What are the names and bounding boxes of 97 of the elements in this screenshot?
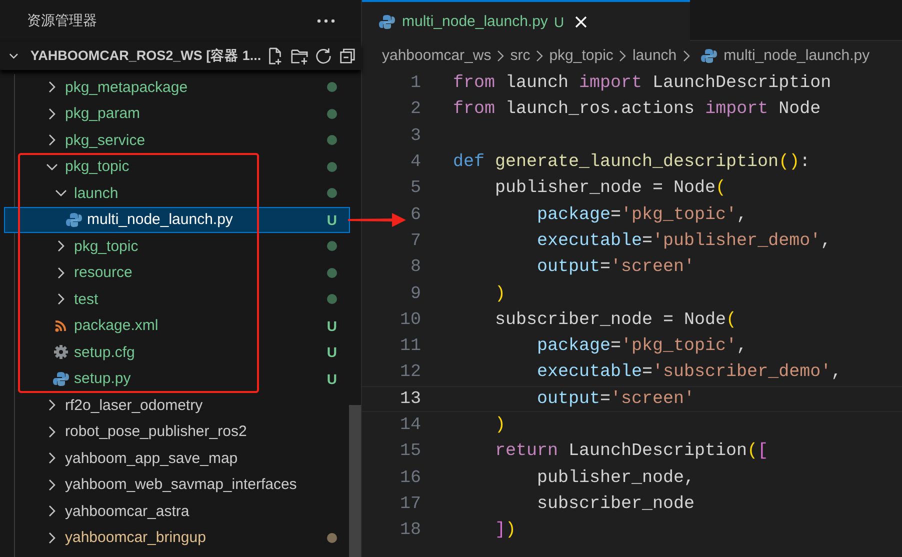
code-line: from launch import LaunchDescription [453,73,832,94]
chevron-icon [536,50,544,62]
line-number: 9 [409,284,421,304]
line-number: 7 [409,230,421,251]
code-line: subscriber_node [536,494,695,514]
tree-item[interactable]: yahboom_app_save_map [0,445,350,472]
line-number: 15 [398,441,421,462]
file-name: pkg_topic [74,238,140,255]
code-line: ]) [494,520,516,540]
code-line: package='pkg_topic', [536,204,748,225]
code-line: ) [494,415,506,435]
tree-item[interactable]: pkg_metapackage [0,74,350,100]
tree-item[interactable]: robot_pose_publisher_ros2 [0,418,350,445]
panel-title: 资源管理器 [27,12,97,30]
file-name: pkg_service [65,132,146,149]
file-name: yahboom_web_savmap_interfaces [65,476,298,494]
tree-item[interactable]: pkg_topic [0,233,350,260]
more-icon[interactable] [317,19,335,23]
tree-item[interactable]: pkg_service [0,127,350,154]
gear-icon [52,344,70,360]
editor-tab[interactable]: multi_node_launch.py U [362,0,690,41]
tree-item[interactable]: setup.cfg U [0,339,350,366]
file-name: setup.cfg [74,344,136,361]
chevron-icon [619,50,626,62]
breadcrumb-item[interactable]: multi_node_launch.py [724,47,870,64]
python-icon [700,48,718,64]
close-icon[interactable] [574,14,588,28]
tree-item[interactable]: test [0,286,350,312]
line-number: 11 [398,336,421,356]
code-line: output='screen' [536,388,695,409]
breadcrumb-item[interactable]: yahboomcar_ws [382,47,492,64]
tree-item[interactable]: multi_node_launch.py U [4,206,350,233]
tree-item[interactable]: yahboom_web_savmap_interfaces [0,472,350,498]
code-line: from launch_ros.actions import Node [453,99,821,120]
file-name: pkg_topic [65,158,130,176]
tree-item[interactable]: pkg_param [0,100,350,127]
line-number: 4 [409,152,421,172]
code-line: executable='publisher_demo', [536,230,832,251]
python-icon [378,14,396,30]
git-status: U [326,370,337,387]
file-name: yahboomcar_astra [65,502,190,520]
chevron-icon [682,50,690,62]
file-name: resource [74,264,134,282]
code-line: publisher_node = Node( [494,178,726,198]
code-line: executable='subscriber_demo', [536,362,842,382]
line-number: 12 [398,362,421,382]
git-status: U [326,318,337,334]
tree-item[interactable]: yahboomcar_astra [0,498,350,524]
line-number: 18 [398,520,421,540]
tree-item[interactable]: setup.py U [0,366,350,392]
file-name: robot_pose_publisher_ros2 [65,423,248,440]
line-number: 5 [409,178,421,198]
code-line: return LaunchDescription([ [494,441,768,462]
line-number: 8 [409,257,421,278]
line-number: 17 [398,494,421,514]
python-icon [65,212,83,228]
line-number: 1 [409,73,421,94]
tree-item[interactable]: package.xml U [0,312,350,339]
file-name: setup.py [74,370,132,388]
file-name: pkg_param [65,105,142,122]
file-name: yahboom_app_save_map [65,450,239,467]
file-name: rf2o_laser_odometry [65,396,204,414]
line-number: 16 [398,468,421,488]
breadcrumb-item[interactable]: launch [632,47,677,64]
code-line: publisher_node, [536,468,695,488]
python-icon [52,370,70,387]
line-number: 14 [398,415,421,435]
line-number: 13 [398,388,421,409]
git-status: U [326,212,337,228]
code-line: ) [494,284,506,304]
line-number: 3 [409,126,421,146]
line-number: 6 [409,204,421,225]
code-line: output='screen' [536,257,695,278]
line-number: 10 [398,310,421,330]
refresh-icon[interactable] [314,46,334,66]
file-name: yahboomcar_bringup [65,529,207,546]
file-name: launch [74,184,120,202]
chevron-icon [497,50,504,62]
workspace-title[interactable]: YAHBOOMCAR_ROS2_WS [容器 1... [30,47,262,65]
tree-item[interactable]: resource [0,260,350,286]
file-name: package.xml [74,317,160,334]
tree-item[interactable]: pkg_topic [0,154,350,180]
git-status: U [326,344,337,360]
code-line: def generate_launch_description(): [453,152,810,172]
breadcrumb-item[interactable]: src [510,47,530,64]
file-name: test [74,290,100,308]
code-line: package='pkg_topic', [536,336,748,356]
breadcrumb-item[interactable]: pkg_topic [549,47,614,64]
collapse-all-icon[interactable] [338,46,357,66]
scrollbar[interactable] [349,405,361,557]
tree-item[interactable]: rf2o_laser_odometry [0,392,350,418]
tree-item[interactable]: yahboomcar_bringup [0,524,350,551]
line-number: 2 [409,99,421,120]
file-name: pkg_metapackage [65,78,189,96]
code-line: subscriber_node = Node( [494,310,737,330]
tree-item[interactable]: launch [0,180,350,206]
file-name: multi_node_launch.py [87,211,234,228]
